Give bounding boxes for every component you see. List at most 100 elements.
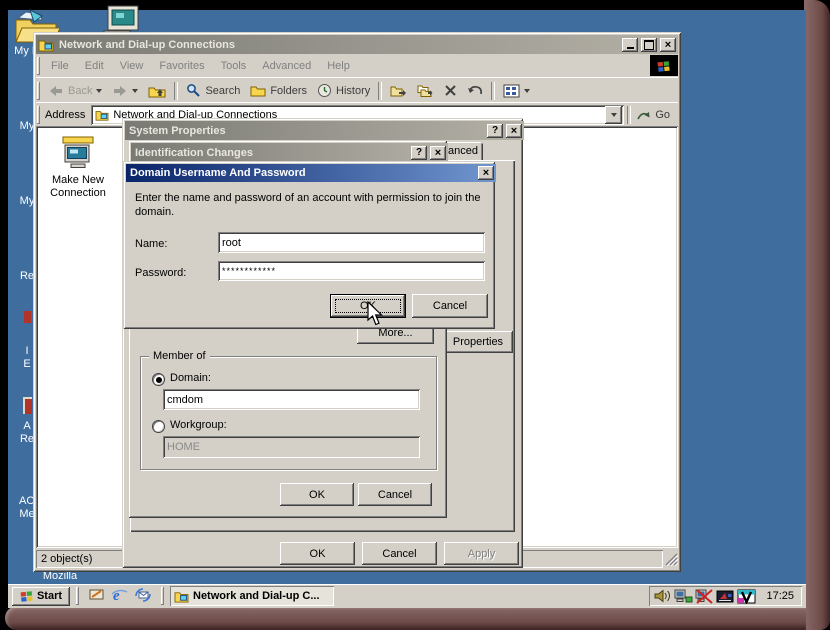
copy-to-button[interactable]: [412, 82, 439, 100]
back-arrow-icon: [48, 85, 64, 97]
windows-logo-throbber: [650, 55, 678, 76]
menu-tools[interactable]: Tools: [213, 57, 255, 75]
up-button[interactable]: [143, 82, 171, 100]
go-button[interactable]: Go: [634, 107, 678, 124]
quicklaunch-outlook-express[interactable]: [131, 586, 155, 607]
workgroup-input: [163, 436, 420, 458]
delete-button[interactable]: [439, 82, 462, 99]
menu-bar: File Edit View Favorites Tools Advanced …: [36, 54, 678, 77]
volume-icon[interactable]: [654, 589, 672, 604]
maximize-button[interactable]: [641, 38, 657, 52]
minimize-button[interactable]: [622, 38, 638, 52]
window-titlebar[interactable]: Network and Dial-up Connections ×: [36, 35, 678, 54]
resize-grip[interactable]: [665, 553, 678, 566]
history-clock-icon: [317, 83, 332, 98]
forward-button[interactable]: [107, 83, 143, 99]
domain-radio-label[interactable]: Domain:: [170, 372, 211, 384]
close-button[interactable]: ×: [430, 146, 446, 160]
properties-button[interactable]: Properties: [443, 331, 513, 353]
sysprops-apply-button[interactable]: Apply: [444, 542, 519, 565]
menu-favorites[interactable]: Favorites: [151, 57, 212, 75]
close-button[interactable]: ×: [660, 38, 676, 52]
keyboard-layout-icon[interactable]: [716, 589, 735, 604]
identification-changes-title: Identification Changes: [133, 147, 408, 159]
idchanges-ok-button[interactable]: OK: [280, 483, 354, 506]
undo-icon: [467, 84, 483, 97]
workgroup-radio[interactable]: [152, 420, 165, 433]
dialog-domain-username-password: Domain Username And Password × Enter the…: [123, 161, 495, 329]
domain-cancel-button[interactable]: Cancel: [412, 294, 488, 318]
network-folder-icon: [174, 590, 189, 603]
system-properties-title: System Properties: [127, 125, 484, 137]
taskbar-clock: 17:25: [766, 590, 794, 602]
back-dropdown[interactable]: [96, 89, 102, 93]
quicklaunch-show-desktop[interactable]: [85, 586, 108, 606]
windows-flag-icon: [657, 60, 671, 72]
forward-arrow-icon: [112, 85, 128, 97]
internet-explorer-icon: e: [111, 587, 128, 603]
outlook-express-icon: [134, 587, 152, 603]
domain-dialog-instruction: Enter the name and password of an accoun…: [135, 191, 487, 219]
views-button[interactable]: [498, 82, 535, 100]
close-button[interactable]: ×: [506, 124, 522, 138]
identification-changes-titlebar[interactable]: Identification Changes ? ×: [131, 143, 448, 162]
taskbar: Start e: [8, 584, 806, 608]
desktop[interactable]: My D My My Re IE ARe AOMe Mozilla Networ…: [8, 10, 806, 608]
menu-edit[interactable]: Edit: [77, 57, 112, 75]
menu-help[interactable]: Help: [319, 57, 358, 75]
forward-dropdown[interactable]: [132, 89, 138, 93]
password-input[interactable]: [218, 261, 485, 281]
search-icon: [186, 83, 201, 98]
views-grid-icon: [503, 84, 520, 98]
vnc-icon[interactable]: [737, 589, 756, 604]
bezel-right: [804, 0, 830, 630]
task-button-network-connections[interactable]: Network and Dial-up C...: [170, 586, 334, 606]
idchanges-cancel-button[interactable]: Cancel: [358, 483, 432, 506]
name-label: Name:: [135, 238, 167, 250]
domain-input[interactable]: [163, 389, 420, 410]
network-status-icon[interactable]: [674, 589, 693, 604]
search-button[interactable]: Search: [181, 81, 245, 100]
help-button[interactable]: ?: [411, 146, 427, 160]
show-desktop-icon: [88, 587, 105, 602]
name-input[interactable]: [218, 232, 485, 253]
address-folder-icon: [95, 109, 109, 121]
domain-dialog-title: Domain Username And Password: [128, 167, 475, 179]
help-button[interactable]: ?: [487, 124, 503, 138]
sysprops-ok-button[interactable]: OK: [280, 542, 355, 565]
views-dropdown[interactable]: [524, 89, 530, 93]
system-properties-titlebar[interactable]: System Properties ? ×: [125, 121, 524, 140]
make-new-connection-icon: [58, 136, 98, 170]
sysprops-cancel-button[interactable]: Cancel: [362, 542, 437, 565]
network-disconnected-icon[interactable]: [695, 589, 714, 604]
undo-button[interactable]: [462, 82, 488, 99]
start-button[interactable]: Start: [12, 587, 70, 606]
menu-file[interactable]: File: [43, 57, 77, 75]
window-title: Network and Dial-up Connections: [57, 39, 619, 51]
password-label: Password:: [135, 267, 186, 279]
member-of-legend: Member of: [149, 350, 210, 362]
domain-radio[interactable]: [152, 373, 165, 386]
back-button[interactable]: Back: [43, 83, 107, 99]
history-button[interactable]: History: [312, 81, 375, 100]
file-item-make-new-connection[interactable]: Make New Connection: [42, 136, 114, 200]
delete-x-icon: [444, 84, 457, 97]
address-dropdown-button[interactable]: [605, 106, 622, 124]
menu-view[interactable]: View: [112, 57, 152, 75]
close-button[interactable]: ×: [478, 166, 494, 180]
system-tray: 17:25: [649, 586, 802, 606]
file-item-label: Make New Connection: [42, 174, 114, 200]
desktop-icon-sliver: [23, 397, 32, 414]
workgroup-radio-label[interactable]: Workgroup:: [170, 419, 227, 431]
mouse-cursor: [367, 301, 386, 327]
folders-button[interactable]: Folders: [245, 82, 312, 99]
bezel-bottom: [5, 606, 806, 630]
domain-dialog-titlebar[interactable]: Domain Username And Password ×: [126, 164, 496, 182]
move-to-button[interactable]: [385, 82, 412, 100]
menu-advanced[interactable]: Advanced: [254, 57, 319, 75]
toolbar: Back Search: [36, 77, 678, 103]
quicklaunch-internet-explorer[interactable]: e: [108, 586, 131, 607]
up-folder-icon: [148, 84, 166, 98]
copy-to-icon: [417, 84, 434, 98]
move-to-icon: [390, 84, 407, 98]
